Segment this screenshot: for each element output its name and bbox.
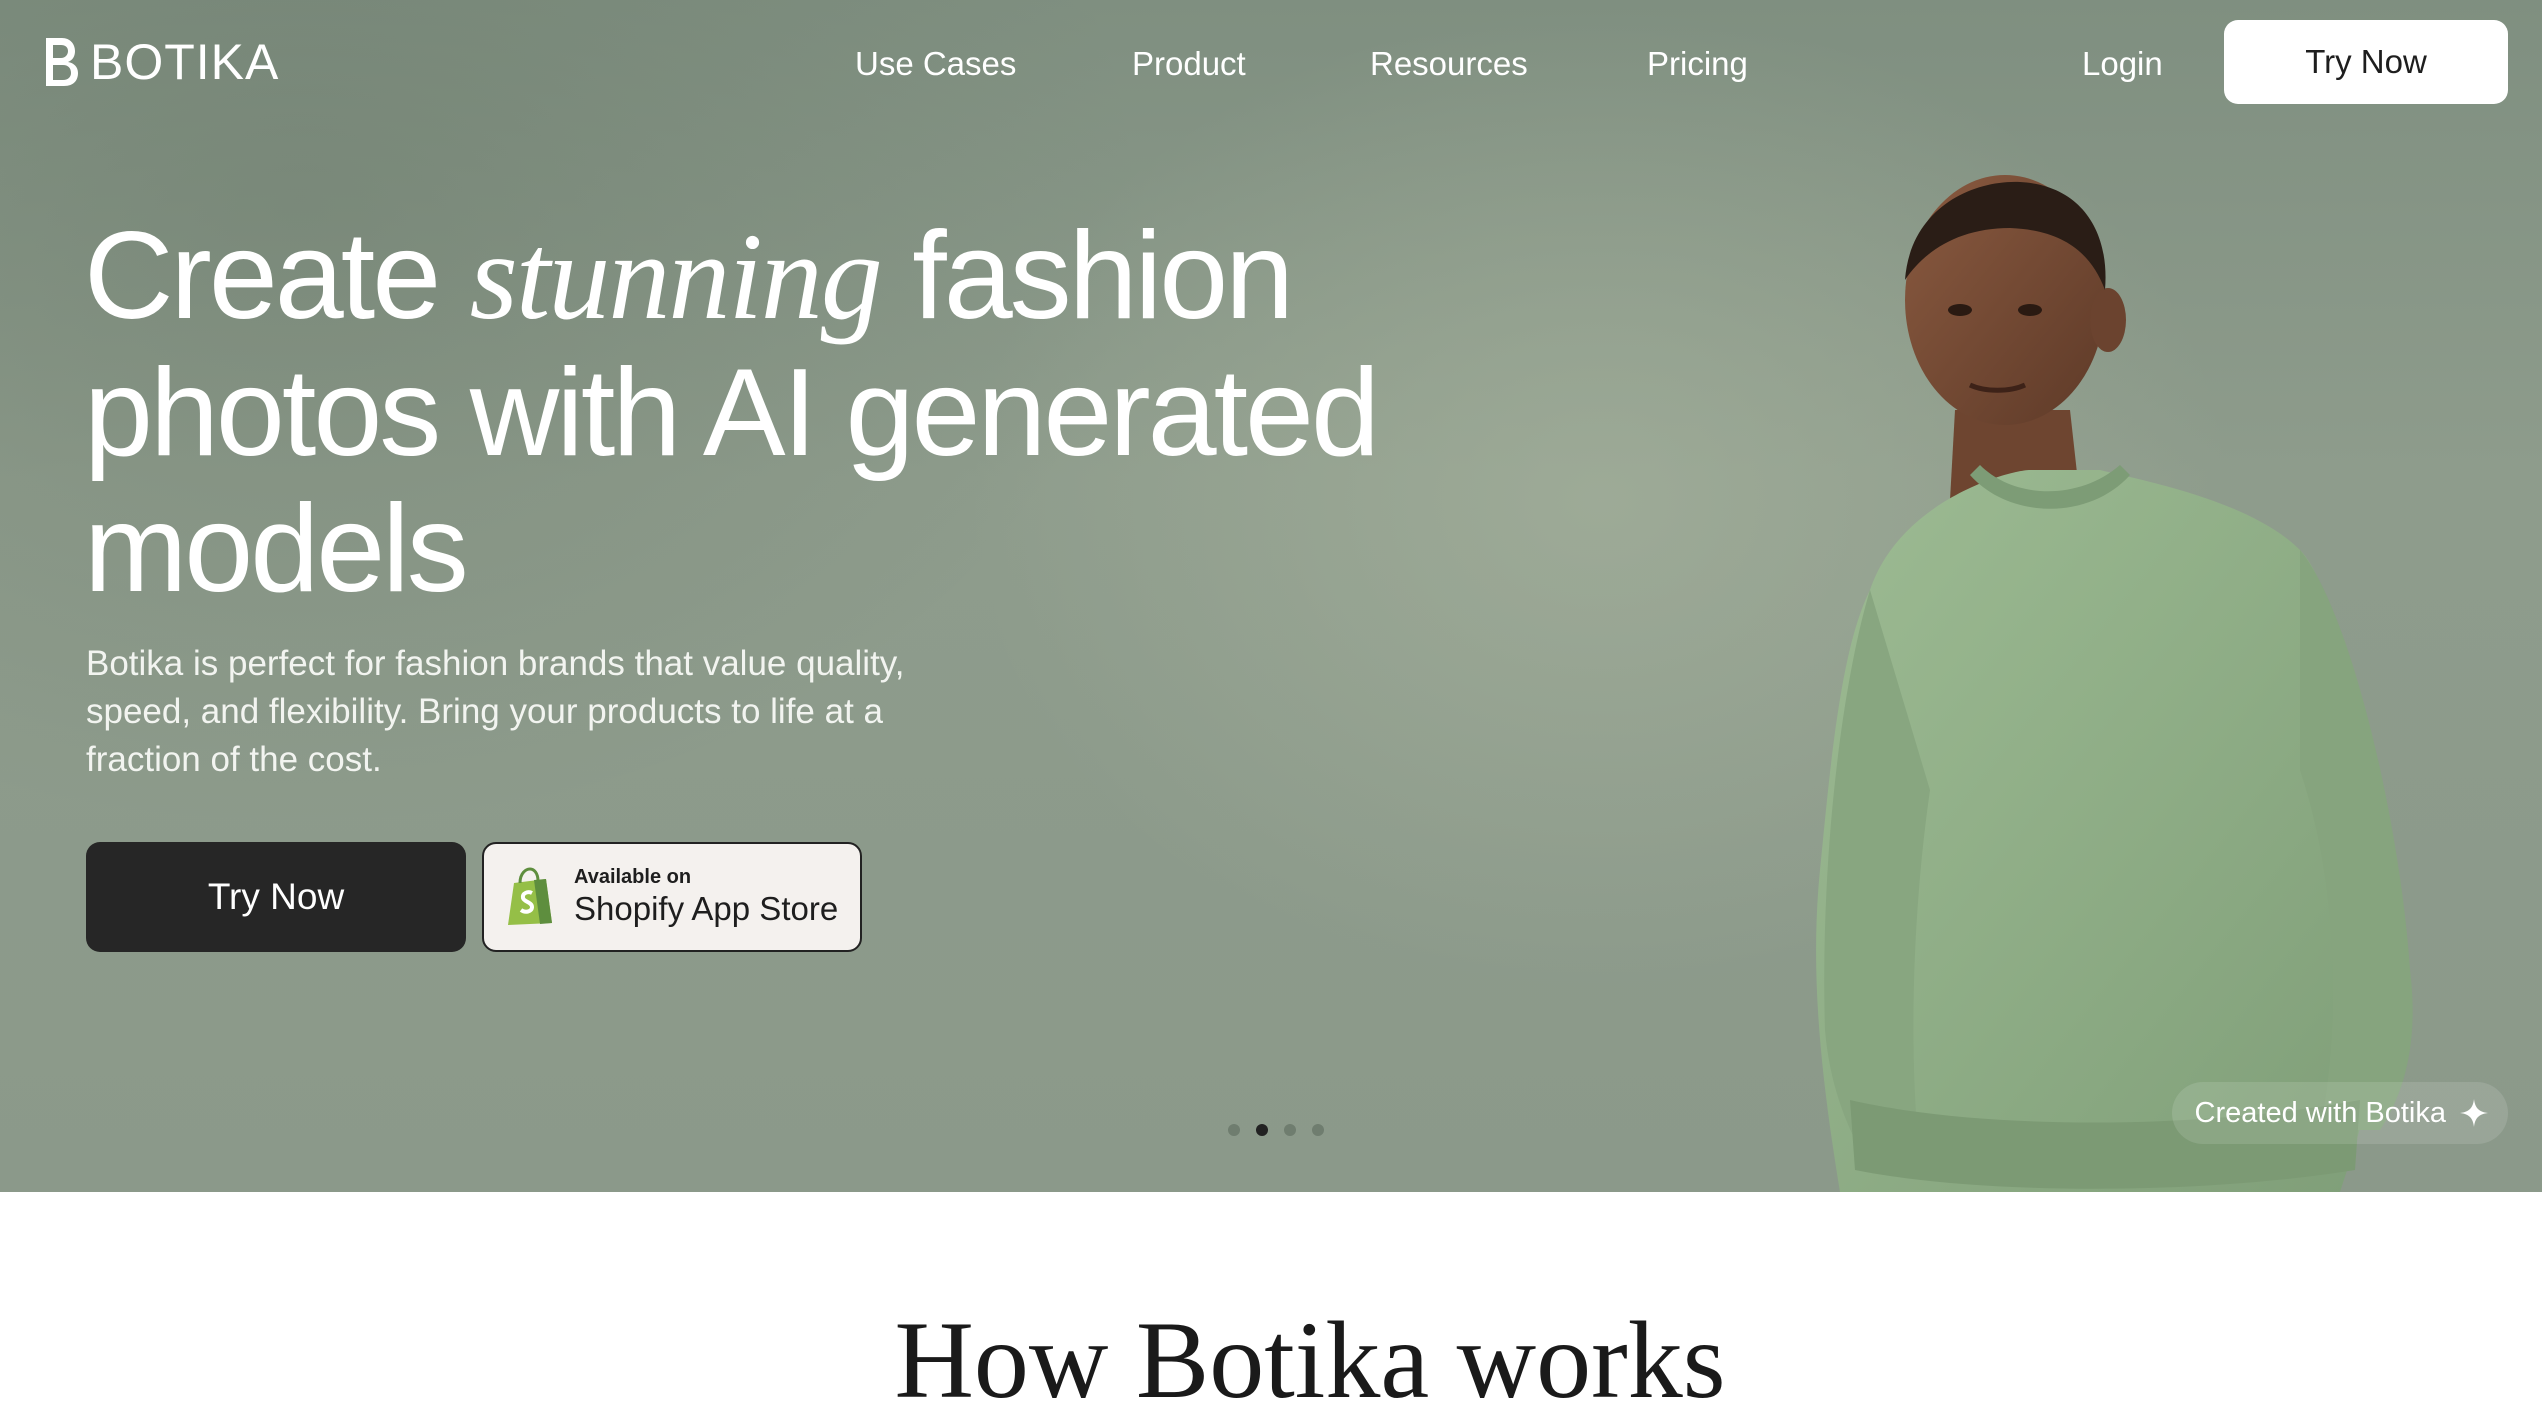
carousel-dot-3[interactable] bbox=[1284, 1124, 1296, 1136]
carousel-dot-2[interactable] bbox=[1256, 1124, 1268, 1136]
headline-emphasis: stunning bbox=[469, 208, 883, 345]
model-photo bbox=[1816, 175, 2413, 1192]
shopify-app-store-button[interactable]: Available on Shopify App Store bbox=[482, 842, 862, 952]
shopify-available-label: Available on bbox=[574, 866, 692, 888]
section-heading: How Botika works bbox=[894, 1299, 1726, 1421]
carousel-dot-1[interactable] bbox=[1228, 1124, 1240, 1136]
headline-start: Create bbox=[84, 207, 470, 345]
carousel-dots bbox=[1228, 1124, 1324, 1136]
shopify-store-label: Shopify App Store bbox=[574, 890, 839, 927]
try-now-button[interactable]: Try Now bbox=[86, 842, 466, 952]
nav-product[interactable]: Product bbox=[1132, 40, 1246, 88]
hero-subtext: Botika is perfect for fashion brands tha… bbox=[86, 644, 905, 779]
nav-resources[interactable]: Resources bbox=[1370, 40, 1528, 88]
shopify-text: Available on Shopify App Store bbox=[574, 865, 838, 929]
nav-use-cases[interactable]: Use Cases bbox=[855, 40, 1016, 88]
shopify-bag-icon bbox=[508, 867, 552, 925]
nav-pricing[interactable]: Pricing bbox=[1647, 40, 1748, 88]
login-link[interactable]: Login bbox=[2082, 40, 2163, 88]
hero-headline: Create stunning fashion photos with AI g… bbox=[84, 208, 1384, 617]
created-with-label: Created with Botika bbox=[2194, 1096, 2446, 1129]
try-now-nav-button[interactable]: Try Now bbox=[2224, 20, 2508, 104]
hero-section: BOTIKA Use Cases Product Resources Prici… bbox=[0, 0, 2542, 1192]
sparkle-icon bbox=[2460, 1099, 2488, 1127]
created-with-badge: Created with Botika bbox=[2172, 1082, 2508, 1144]
carousel-dot-4[interactable] bbox=[1312, 1124, 1324, 1136]
